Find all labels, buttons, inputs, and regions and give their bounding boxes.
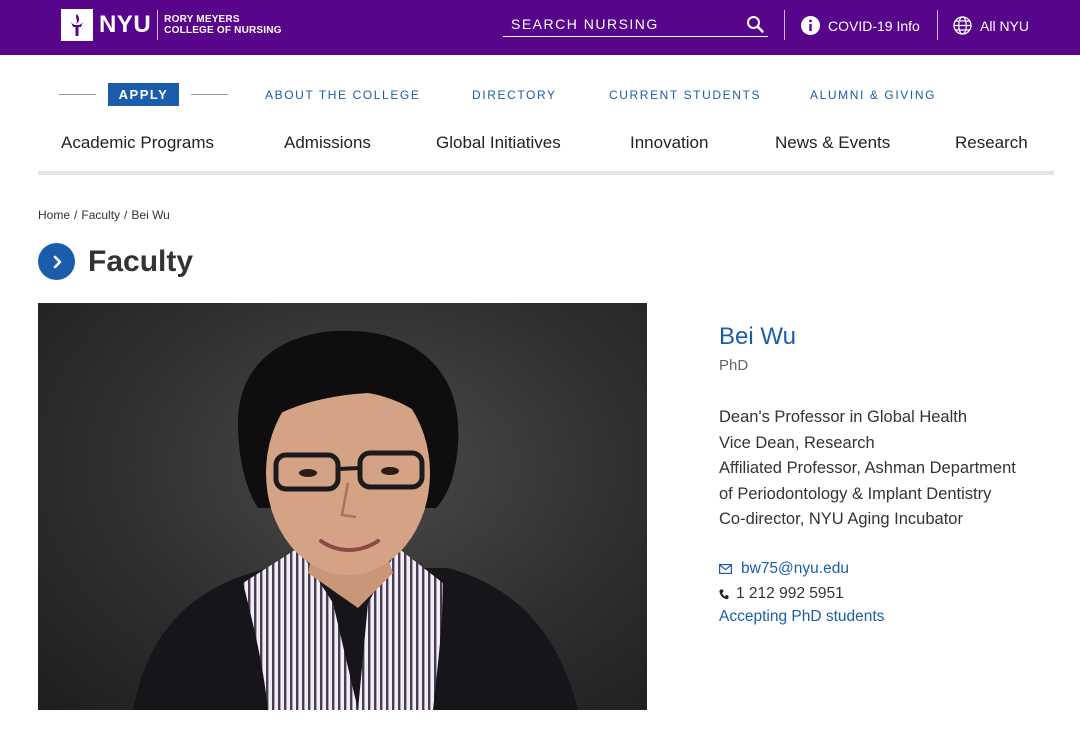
breadcrumb-separator: / <box>74 208 78 222</box>
apply-left-rule <box>59 94 96 95</box>
nav-admissions[interactable]: Admissions <box>284 133 371 153</box>
brand-name: NYU <box>99 11 152 38</box>
header-divider <box>784 10 785 40</box>
logo-divider <box>157 10 159 40</box>
school-name: RORY MEYERS COLLEGE OF NURSING <box>164 14 282 36</box>
school-name-line2: COLLEGE OF NURSING <box>164 25 282 36</box>
faculty-title-line: Affiliated Professor, Ashman Department <box>719 459 1016 477</box>
header-divider <box>937 10 938 40</box>
breadcrumb: Home / Faculty / Bei Wu <box>38 208 170 222</box>
chevron-right-icon <box>38 243 75 280</box>
accepting-phd-link[interactable]: Accepting PhD students <box>719 608 884 626</box>
all-nyu-link[interactable]: All NYU <box>953 16 1029 35</box>
util-link-alumni-giving[interactable]: ALUMNI & GIVING <box>810 88 936 102</box>
util-link-current-students[interactable]: CURRENT STUDENTS <box>609 88 761 102</box>
nyu-nursing-logo[interactable]: NYU RORY MEYERS COLLEGE OF NURSING <box>61 9 282 41</box>
page-heading: Faculty <box>38 243 193 280</box>
breadcrumb-home[interactable]: Home <box>38 208 70 222</box>
faculty-title-line: Co-director, NYU Aging Incubator <box>719 510 963 528</box>
faculty-name: Bei Wu <box>719 323 796 350</box>
phone-icon <box>719 589 729 600</box>
faculty-titles: Dean's Professor in Global Health Vice D… <box>719 405 1016 533</box>
faculty-degree: PhD <box>719 357 749 374</box>
portrait-illustration <box>133 330 578 710</box>
covid-info-label: COVID-19 Info <box>828 17 920 34</box>
info-icon <box>801 16 820 35</box>
covid-info-link[interactable]: COVID-19 Info <box>801 16 920 35</box>
email-link[interactable]: bw75@nyu.edu <box>719 560 849 578</box>
all-nyu-label: All NYU <box>980 17 1030 34</box>
email-address: bw75@nyu.edu <box>741 560 849 577</box>
breadcrumb-current: Bei Wu <box>131 208 170 222</box>
faculty-title-line: Vice Dean, Research <box>719 433 875 452</box>
nav-divider <box>38 171 1054 175</box>
nyu-torch-icon <box>61 9 93 41</box>
nav-global-initiatives[interactable]: Global Initiatives <box>436 133 561 153</box>
school-name-line1: RORY MEYERS <box>164 14 240 25</box>
util-link-about[interactable]: ABOUT THE COLLEGE <box>265 88 420 102</box>
phone-number: 1 212 992 5951 <box>736 585 844 602</box>
nav-news-events[interactable]: News & Events <box>775 133 890 153</box>
faculty-title-line: of Periodontology & Implant Dentistry <box>719 484 992 503</box>
faculty-title-line: Dean's Professor in Global Health <box>719 408 968 426</box>
apply-right-rule <box>191 94 228 95</box>
phone-line: 1 212 992 5951 <box>719 585 844 603</box>
top-bar: NYU RORY MEYERS COLLEGE OF NURSING COVID… <box>0 0 1080 55</box>
page-title: Faculty <box>88 244 194 278</box>
mail-icon <box>719 564 733 574</box>
apply-button[interactable]: APPLY <box>108 83 179 106</box>
breadcrumb-faculty[interactable]: Faculty <box>81 208 120 222</box>
util-link-directory[interactable]: DIRECTORY <box>472 88 557 102</box>
search-input[interactable] <box>503 16 723 32</box>
search-icon[interactable] <box>746 15 764 33</box>
faculty-portrait <box>38 303 647 710</box>
globe-icon <box>953 16 972 35</box>
search-bar <box>503 12 768 37</box>
nav-research[interactable]: Research <box>955 133 1028 153</box>
breadcrumb-separator: / <box>124 208 128 222</box>
nav-academic-programs[interactable]: Academic Programs <box>61 133 214 153</box>
nav-innovation[interactable]: Innovation <box>630 133 708 153</box>
